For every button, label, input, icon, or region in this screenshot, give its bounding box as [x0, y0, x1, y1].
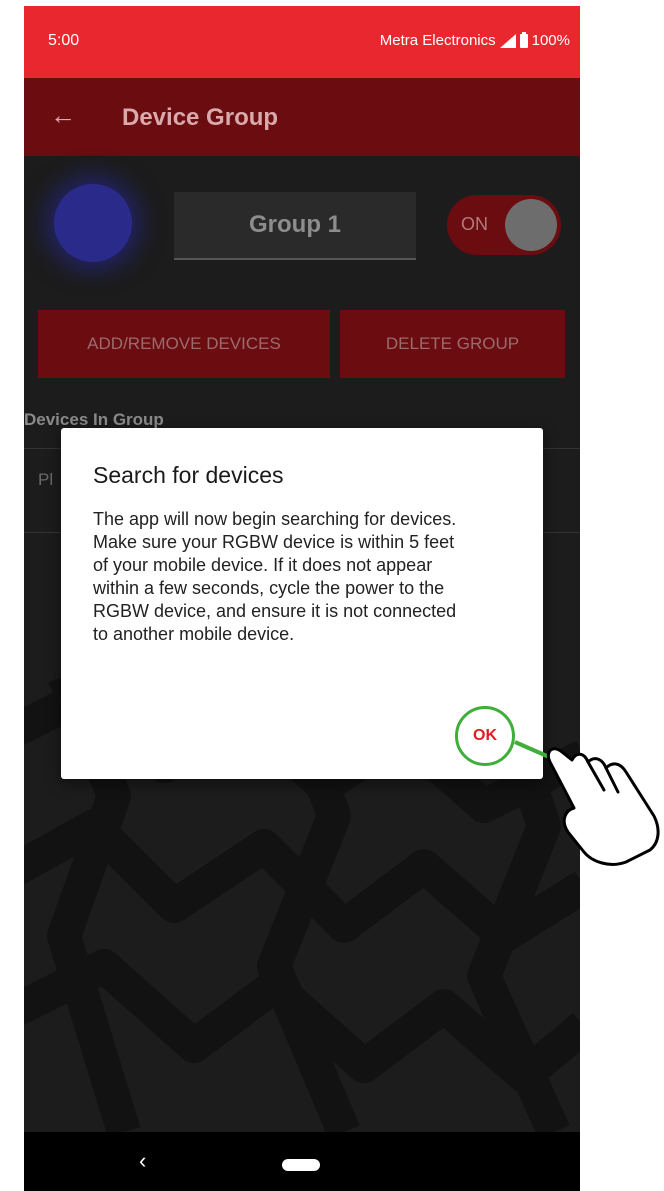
status-time: 5:00: [48, 32, 80, 49]
status-bar: 5:00 Metra Electronics 100%: [24, 6, 580, 78]
power-toggle[interactable]: ON: [447, 195, 561, 255]
signal-icon: [499, 33, 516, 48]
add-remove-devices-button[interactable]: ADD/REMOVE DEVICES: [38, 310, 330, 378]
navigation-bar: ‹: [24, 1132, 580, 1191]
search-devices-dialog: Search for devices The app will now begi…: [61, 428, 543, 779]
arrow-left-icon[interactable]: ←: [50, 100, 76, 131]
nav-home-icon[interactable]: [282, 1159, 320, 1171]
group-color-indicator[interactable]: [54, 184, 132, 262]
dialog-title: Search for devices: [93, 462, 284, 488]
battery-icon: [519, 31, 528, 48]
page-title: Device Group: [122, 104, 279, 131]
battery-level: 100%: [531, 32, 570, 49]
group-name-field[interactable]: Group 1: [174, 192, 416, 260]
carrier-name: Metra Electronics: [379, 32, 496, 49]
devices-section-header: Devices In Group: [24, 410, 164, 429]
app-bar: ← Device Group: [24, 78, 580, 156]
dialog-message: The app will now begin searching for dev…: [93, 509, 457, 644]
toggle-knob: [505, 199, 557, 251]
delete-group-button[interactable]: DELETE GROUP: [340, 310, 565, 378]
nav-back-icon[interactable]: ‹: [139, 1148, 146, 1174]
ok-button[interactable]: OK: [455, 706, 515, 766]
toggle-label: ON: [461, 214, 488, 234]
devices-list-hint: Pl: [38, 470, 54, 489]
status-right: Metra Electronics 100%: [379, 31, 570, 49]
